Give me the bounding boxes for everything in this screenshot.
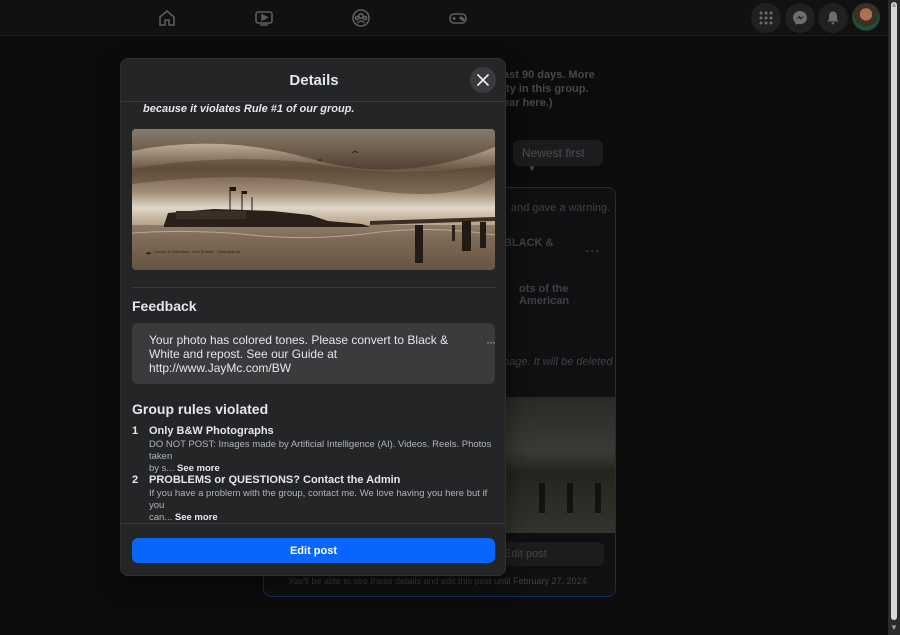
more-options-icon[interactable]: ··· <box>586 246 600 258</box>
feedback-heading: Feedback <box>132 298 197 314</box>
rejection-reason-text: because it violates Rule #1 of our group… <box>143 103 355 115</box>
footer-divider <box>121 523 505 524</box>
svg-text:✒: ✒ <box>146 250 152 258</box>
more-options-icon[interactable]: ··· <box>486 335 496 349</box>
menu-grid-icon <box>759 11 773 25</box>
top-navigation-bar <box>0 0 888 36</box>
rule-item: 1 Only B&W Photographs DO NOT POST: Imag… <box>132 425 492 474</box>
divider <box>132 287 495 288</box>
background-post-photo <box>505 397 615 533</box>
profile-avatar[interactable] <box>852 3 880 31</box>
messenger-icon <box>793 11 807 25</box>
sort-dropdown[interactable]: Newest first ▼ <box>513 140 603 173</box>
home-icon[interactable] <box>157 8 177 28</box>
background-notice: ast 90 days. More ity in this group. ear… <box>503 69 595 109</box>
messenger-button[interactable] <box>785 3 815 33</box>
photo-watermark: Corner & Reflection · Fort Sumter · Phot… <box>154 249 240 254</box>
bell-icon <box>827 11 839 25</box>
close-icon <box>477 74 489 86</box>
edit-post-button[interactable]: Edit post <box>132 538 495 563</box>
scroll-down-arrow-icon[interactable]: ▼ <box>890 624 898 632</box>
groups-icon[interactable] <box>351 8 371 28</box>
gaming-icon[interactable] <box>448 8 468 28</box>
rules-heading: Group rules violated <box>132 401 269 417</box>
feedback-message: Your photo has colored tones. Please con… <box>132 323 495 384</box>
chevron-down-icon: ▼ <box>528 164 536 173</box>
details-dialog: Details because it violates Rule #1 of o… <box>120 58 506 576</box>
scroll-up-arrow-icon[interactable]: ▲ <box>890 1 898 9</box>
background-edit-post-button[interactable]: Edit post <box>496 542 604 566</box>
notifications-button[interactable] <box>818 3 848 33</box>
see-more-link[interactable]: See more <box>175 512 218 523</box>
see-more-link[interactable]: See more <box>177 463 220 474</box>
close-button[interactable] <box>470 67 496 93</box>
rule-item: 2 PROBLEMS or QUESTIONS? Contact the Adm… <box>132 474 488 523</box>
menu-grid-button[interactable] <box>751 3 781 33</box>
post-photo: ✒ Corner & Reflection · Fort Sumter · Ph… <box>132 129 495 270</box>
scrollbar-thumb[interactable] <box>891 2 897 620</box>
video-icon[interactable] <box>254 8 274 28</box>
dialog-title: Details <box>289 72 339 89</box>
dialog-header: Details <box>121 59 505 102</box>
